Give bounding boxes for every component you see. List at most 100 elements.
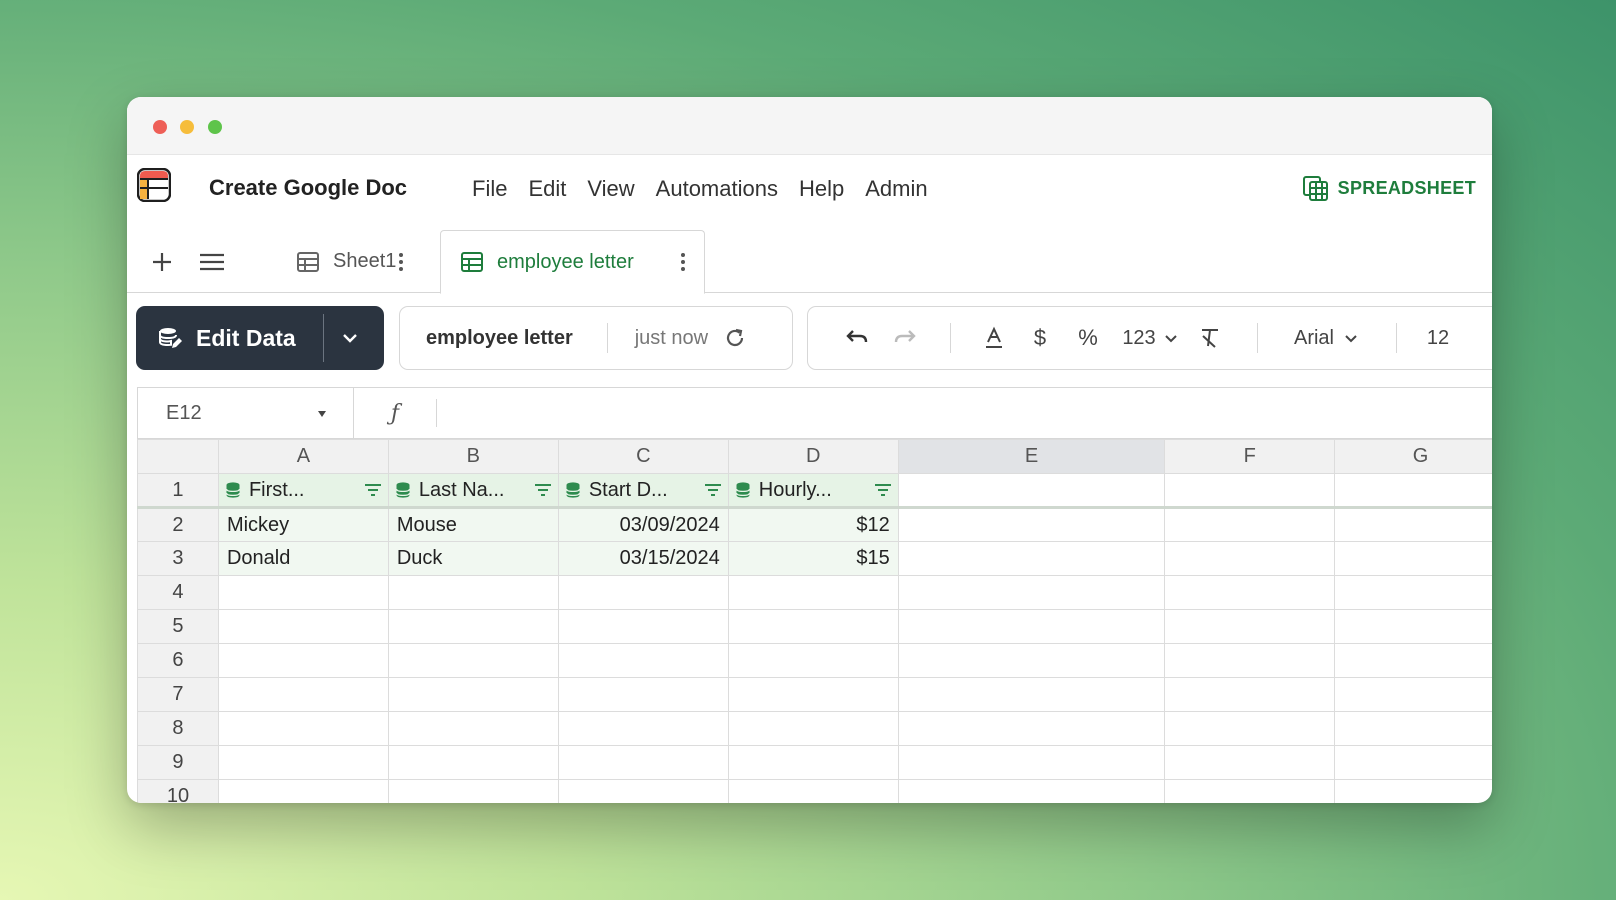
empty-cell[interactable] <box>1334 711 1492 746</box>
empty-cell[interactable] <box>727 677 899 712</box>
row-header[interactable]: 3 <box>137 541 219 576</box>
empty-cell[interactable] <box>1334 473 1492 508</box>
empty-cell[interactable] <box>1164 677 1336 712</box>
empty-cell[interactable] <box>217 575 389 610</box>
empty-cell[interactable] <box>897 575 1166 610</box>
column-header-selected[interactable]: E <box>897 439 1166 474</box>
empty-cell[interactable] <box>387 643 559 678</box>
column-header[interactable]: C <box>557 439 729 474</box>
empty-cell[interactable] <box>387 575 559 610</box>
row-header[interactable]: 4 <box>137 575 219 610</box>
maximize-window-button[interactable] <box>208 120 222 134</box>
empty-cell[interactable] <box>217 677 389 712</box>
table-cell[interactable]: $15 <box>727 541 899 576</box>
empty-cell[interactable] <box>557 575 729 610</box>
table-cell[interactable]: 03/09/2024 <box>557 506 729 542</box>
column-header[interactable]: A <box>217 439 389 474</box>
field-header-cell[interactable]: Last Na... <box>387 473 559 508</box>
empty-cell[interactable] <box>387 677 559 712</box>
empty-cell[interactable] <box>1334 745 1492 780</box>
empty-cell[interactable] <box>727 643 899 678</box>
row-header[interactable]: 2 <box>137 506 219 542</box>
empty-cell[interactable] <box>1334 506 1492 542</box>
empty-cell[interactable] <box>1334 779 1492 803</box>
empty-cell[interactable] <box>217 643 389 678</box>
table-cell[interactable]: Donald <box>217 541 389 576</box>
column-header[interactable]: F <box>1164 439 1336 474</box>
empty-cell[interactable] <box>897 677 1166 712</box>
row-header[interactable]: 5 <box>137 609 219 644</box>
minimize-window-button[interactable] <box>180 120 194 134</box>
empty-cell[interactable] <box>727 745 899 780</box>
empty-cell[interactable] <box>557 779 729 803</box>
empty-cell[interactable] <box>897 541 1166 576</box>
empty-cell[interactable] <box>387 779 559 803</box>
empty-cell[interactable] <box>217 609 389 644</box>
row-header[interactable]: 1 <box>137 473 219 508</box>
add-sheet-button[interactable] <box>147 247 177 277</box>
more-vert-icon[interactable] <box>398 252 404 272</box>
empty-cell[interactable] <box>1164 541 1336 576</box>
text-color-icon[interactable] <box>971 326 1017 350</box>
empty-cell[interactable] <box>387 745 559 780</box>
table-cell[interactable]: $12 <box>727 506 899 542</box>
row-header[interactable]: 8 <box>137 711 219 746</box>
empty-cell[interactable] <box>897 779 1166 803</box>
empty-cell[interactable] <box>557 609 729 644</box>
tab-employee-letter[interactable]: employee letter <box>440 230 705 294</box>
number-format-dropdown[interactable]: 123 <box>1113 327 1187 350</box>
font-size-field[interactable]: 12 <box>1423 327 1453 350</box>
empty-cell[interactable] <box>727 575 899 610</box>
empty-cell[interactable] <box>1164 609 1336 644</box>
empty-cell[interactable] <box>1164 779 1336 803</box>
empty-cell[interactable] <box>897 711 1166 746</box>
all-sheets-button[interactable] <box>197 247 227 277</box>
empty-cell[interactable] <box>897 506 1166 542</box>
row-header[interactable]: 9 <box>137 745 219 780</box>
empty-cell[interactable] <box>897 473 1166 508</box>
empty-cell[interactable] <box>1164 506 1336 542</box>
currency-format-button[interactable]: $ <box>1017 325 1063 351</box>
empty-cell[interactable] <box>1164 745 1336 780</box>
empty-cell[interactable] <box>897 745 1166 780</box>
tab-sheet1[interactable]: Sheet1 <box>277 230 422 293</box>
row-header[interactable]: 7 <box>137 677 219 712</box>
close-window-button[interactable] <box>153 120 167 134</box>
column-header[interactable]: G <box>1334 439 1492 474</box>
empty-cell[interactable] <box>1164 473 1336 508</box>
empty-cell[interactable] <box>1164 711 1336 746</box>
font-family-dropdown[interactable]: Arial <box>1284 327 1368 350</box>
field-header-cell[interactable]: Hourly... <box>727 473 899 508</box>
field-header-cell[interactable]: First... <box>217 473 389 508</box>
empty-cell[interactable] <box>557 643 729 678</box>
empty-cell[interactable] <box>727 779 899 803</box>
refresh-icon[interactable] <box>724 327 746 349</box>
empty-cell[interactable] <box>1334 541 1492 576</box>
filter-icon[interactable] <box>704 483 722 497</box>
empty-cell[interactable] <box>727 609 899 644</box>
empty-cell[interactable] <box>217 779 389 803</box>
more-vert-icon[interactable] <box>680 252 686 272</box>
empty-cell[interactable] <box>897 643 1166 678</box>
empty-cell[interactable] <box>387 711 559 746</box>
menu-edit[interactable]: Edit <box>528 176 566 202</box>
empty-cell[interactable] <box>1334 677 1492 712</box>
formula-input[interactable] <box>437 388 1492 438</box>
filter-icon[interactable] <box>534 483 552 497</box>
percent-format-button[interactable]: % <box>1063 325 1113 351</box>
row-header[interactable]: 10 <box>137 779 219 803</box>
field-header-cell[interactable]: Start D... <box>557 473 729 508</box>
cell-reference-box[interactable]: E12 <box>138 388 354 438</box>
menu-admin[interactable]: Admin <box>865 176 927 202</box>
column-header[interactable]: B <box>387 439 559 474</box>
empty-cell[interactable] <box>217 745 389 780</box>
empty-cell[interactable] <box>897 609 1166 644</box>
chevron-down-icon[interactable] <box>338 326 362 350</box>
empty-cell[interactable] <box>557 711 729 746</box>
menu-view[interactable]: View <box>587 176 634 202</box>
empty-cell[interactable] <box>727 711 899 746</box>
corner-cell[interactable] <box>137 439 219 474</box>
table-cell[interactable]: Mouse <box>387 506 559 542</box>
empty-cell[interactable] <box>1334 575 1492 610</box>
menu-file[interactable]: File <box>472 176 507 202</box>
